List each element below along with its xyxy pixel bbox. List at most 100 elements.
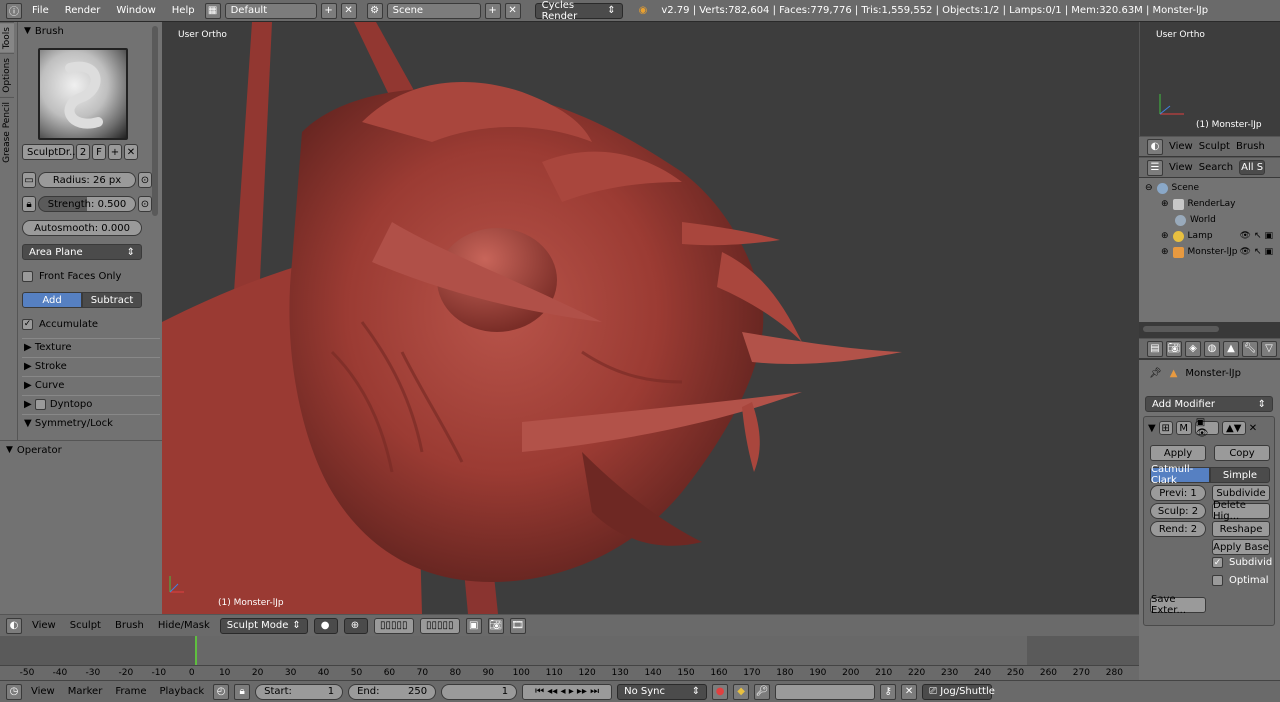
data-tab-icon[interactable]: ▽ bbox=[1261, 340, 1277, 357]
dyntopo-subpanel[interactable]: ▶ Dyntopo bbox=[22, 395, 160, 413]
add-direction-button[interactable]: Add bbox=[22, 292, 82, 308]
current-frame-field[interactable]: 1 bbox=[441, 683, 518, 700]
render-engine-select[interactable]: Cycles Render ⇕ bbox=[534, 0, 623, 22]
keyframe-type-icon[interactable]: ◆ bbox=[733, 683, 750, 700]
editor-type-icon[interactable]: ◐ bbox=[1147, 138, 1163, 155]
preview-range-icon[interactable]: ◴ bbox=[213, 683, 230, 700]
strength-slider[interactable]: Strength: 0.500 bbox=[38, 196, 136, 212]
panel-scrollbar[interactable] bbox=[152, 26, 158, 216]
sculpt-plane-select[interactable]: Area Plane ⇕ bbox=[22, 244, 142, 260]
remove-layout-icon[interactable]: ✕ bbox=[340, 2, 357, 19]
world-tab-icon[interactable]: ◍ bbox=[1204, 340, 1220, 357]
hide-mask-menu[interactable]: Hide/Mask bbox=[154, 620, 214, 631]
expand-icon[interactable]: ⊕ bbox=[1161, 231, 1169, 241]
mode-select[interactable]: Sculpt Mode ⇕ bbox=[219, 617, 308, 634]
timeline-marker-menu[interactable]: Marker bbox=[64, 686, 107, 697]
reshape-button[interactable]: Reshape bbox=[1212, 521, 1270, 537]
autosmooth-slider[interactable]: Autosmooth: 0.000 bbox=[22, 220, 142, 236]
delete-higher-button[interactable]: Delete Hig... bbox=[1212, 500, 1270, 522]
accumulate-toggle[interactable]: ✓ Accumulate bbox=[22, 316, 98, 332]
subdivide-uvs-toggle[interactable]: ✓ Subdivid bbox=[1212, 557, 1272, 568]
pivot-point-icon[interactable]: ⊕ bbox=[343, 617, 368, 634]
shading-mode-icon[interactable]: ● bbox=[313, 617, 338, 634]
add-layout-icon[interactable]: + bbox=[320, 2, 337, 19]
keying-set-field[interactable] bbox=[775, 683, 876, 700]
end-frame-field[interactable]: End: 250 bbox=[348, 683, 437, 700]
outliner-row[interactable]: ⊕ Lamp 👁︎↖▣ bbox=[1139, 228, 1280, 244]
timeline-playback-menu[interactable]: Playback bbox=[155, 686, 208, 697]
catmull-clark-button[interactable]: Catmull-Clark bbox=[1150, 464, 1210, 486]
scene-icon[interactable]: ⚙ bbox=[366, 2, 383, 19]
menu-window[interactable]: Window bbox=[110, 5, 161, 16]
optimal-display-checkbox[interactable] bbox=[1212, 575, 1223, 586]
simple-button[interactable]: Simple bbox=[1210, 467, 1270, 483]
scene-tab-icon[interactable]: ◈ bbox=[1185, 340, 1201, 357]
fake-user-button[interactable]: F bbox=[92, 144, 106, 160]
menu-render[interactable]: Render bbox=[59, 5, 107, 16]
front-faces-only-toggle[interactable]: Front Faces Only bbox=[22, 268, 121, 284]
mini-menu-brush[interactable]: Brush bbox=[1236, 141, 1265, 152]
strength-lock-icon[interactable]: 🔒︎ bbox=[22, 196, 36, 212]
outliner-row[interactable]: ⊕ Monster-lJp 👁︎↖▣ bbox=[1139, 244, 1280, 260]
timeline-editor-type-icon[interactable]: ◷ bbox=[6, 683, 22, 700]
operator-panel-header[interactable]: ▼ Operator bbox=[0, 441, 162, 459]
modifier-collapse-icon[interactable]: ▼ bbox=[1148, 423, 1156, 434]
modifier-tab-icon[interactable]: 🔧︎ bbox=[1242, 340, 1258, 357]
expand-icon[interactable]: ⊕ bbox=[1161, 247, 1169, 257]
outliner-scrollbar[interactable] bbox=[1143, 326, 1219, 332]
lock-range-icon[interactable]: 🔒︎ bbox=[234, 683, 251, 700]
local-layers-icon[interactable]: ▣ bbox=[465, 617, 482, 634]
curve-subpanel[interactable]: ▶ Curve bbox=[22, 376, 160, 394]
outliner-row[interactable]: ⊕ RenderLay bbox=[1139, 196, 1280, 212]
tab-options[interactable]: Options bbox=[0, 53, 14, 97]
menu-help[interactable]: Help bbox=[166, 5, 201, 16]
add-modifier-select[interactable]: Add Modifier ⇕ bbox=[1145, 396, 1273, 412]
texture-subpanel[interactable]: ▶ Texture bbox=[22, 338, 160, 356]
brush-name-field[interactable]: SculptDr... bbox=[22, 144, 79, 160]
modifier-name-field[interactable]: M bbox=[1175, 421, 1192, 435]
sculpt-menu[interactable]: Sculpt bbox=[66, 620, 105, 631]
outliner-editor-type-icon[interactable]: ☰ bbox=[1147, 159, 1163, 176]
outliner-display-filter[interactable]: All S bbox=[1239, 160, 1266, 175]
apply-base-button[interactable]: Apply Base bbox=[1212, 539, 1270, 555]
render-tab-icon[interactable]: 📷︎ bbox=[1166, 340, 1182, 357]
brush-menu[interactable]: Brush bbox=[111, 620, 148, 631]
outliner-row[interactable]: ⊖ Scene bbox=[1139, 180, 1280, 196]
render-levels-field[interactable]: Rend: 2 bbox=[1150, 521, 1206, 537]
remove-brush-icon[interactable]: ✕ bbox=[124, 144, 138, 160]
copy-modifier-button[interactable]: Copy bbox=[1214, 445, 1270, 461]
subtract-direction-button[interactable]: Subtract bbox=[82, 292, 142, 308]
layer-buttons-group-1[interactable]: ▯▯▯▯▯ bbox=[373, 617, 414, 634]
dyntopo-checkbox[interactable] bbox=[34, 399, 46, 410]
expand-icon[interactable]: ⊖ bbox=[1145, 183, 1153, 193]
radius-slider[interactable]: Radius: 26 px bbox=[38, 172, 136, 188]
radius-pressure-icon[interactable]: ⊙ bbox=[138, 172, 152, 188]
accumulate-checkbox[interactable]: ✓ bbox=[22, 318, 33, 330]
timeline-frame-menu[interactable]: Frame bbox=[111, 686, 150, 697]
scene-field[interactable]: Scene bbox=[386, 2, 481, 19]
brush-preview-thumbnail[interactable] bbox=[38, 48, 128, 140]
sculpt-levels-field[interactable]: Sculp: 2 bbox=[1150, 503, 1206, 519]
screen-layout-icon[interactable]: ▦ bbox=[204, 2, 221, 19]
tab-tools[interactable]: Tools bbox=[0, 22, 14, 54]
jog-shuttle-field[interactable]: ⎚ Jog/Shuttle bbox=[922, 683, 995, 700]
layer-buttons-group-2[interactable]: ▯▯▯▯▯ bbox=[419, 617, 460, 634]
outliner-menu-search[interactable]: Search bbox=[1199, 162, 1233, 173]
start-frame-field[interactable]: Start: 1 bbox=[255, 683, 344, 700]
stroke-subpanel[interactable]: ▶ Stroke bbox=[22, 357, 160, 375]
front-faces-checkbox[interactable] bbox=[22, 270, 33, 282]
3d-viewport[interactable]: User Ortho (1) Monster-lJp bbox=[162, 22, 1139, 614]
apply-modifier-button[interactable]: Apply bbox=[1150, 445, 1206, 461]
symmetry-subpanel[interactable]: ▼ Symmetry/Lock bbox=[22, 414, 160, 432]
subdivide-uvs-checkbox[interactable]: ✓ bbox=[1212, 557, 1223, 568]
brush-panel-header[interactable]: ▼ Brush bbox=[18, 22, 162, 40]
editor-type-icon[interactable]: ⓘ bbox=[6, 2, 22, 19]
remove-scene-icon[interactable]: ✕ bbox=[504, 2, 521, 19]
save-external-button[interactable]: Save Exter... bbox=[1150, 594, 1206, 616]
sync-mode-select[interactable]: No Sync ⇕ bbox=[617, 683, 708, 700]
menu-file[interactable]: File bbox=[26, 5, 55, 16]
outliner-menu-view[interactable]: View bbox=[1169, 162, 1193, 173]
modifier-display-toggles[interactable]: ▣👁︎ bbox=[1194, 417, 1219, 439]
add-scene-icon[interactable]: + bbox=[484, 2, 501, 19]
keying-set-icon[interactable]: 🔑︎ bbox=[754, 683, 771, 700]
